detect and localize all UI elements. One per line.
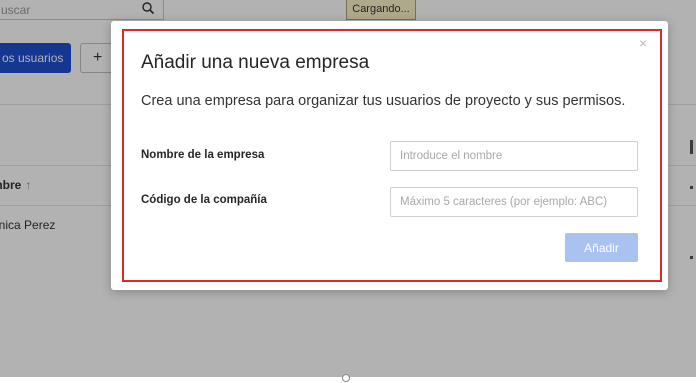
dialog-description: Crea una empresa para organizar tus usua… (141, 93, 626, 109)
company-code-label: Código de la compañía (141, 194, 267, 206)
dialog-title: Añadir una nueva empresa (141, 52, 370, 73)
close-icon[interactable]: × (639, 36, 647, 50)
company-code-input[interactable] (390, 187, 638, 217)
resize-handle-icon[interactable] (342, 374, 350, 382)
company-name-input[interactable] (390, 141, 638, 171)
add-button[interactable]: Añadir (565, 233, 638, 262)
company-name-label: Nombre de la empresa (141, 149, 265, 161)
